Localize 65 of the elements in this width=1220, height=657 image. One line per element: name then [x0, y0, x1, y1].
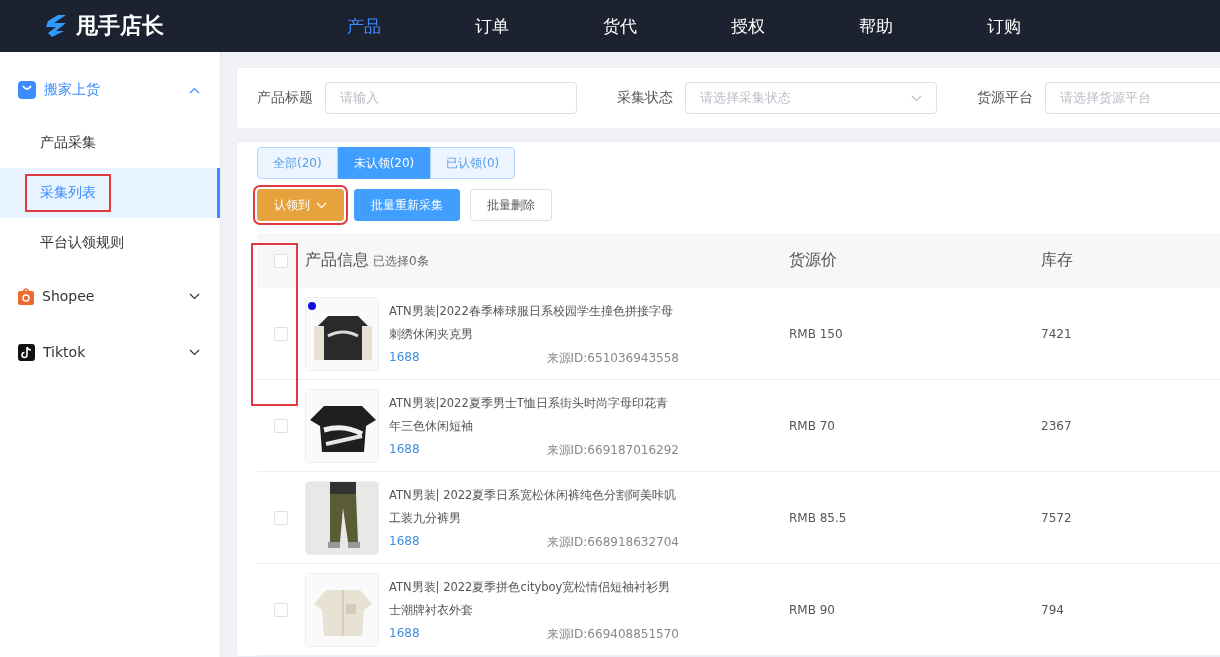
nav-tab[interactable]: 产品: [300, 14, 428, 38]
price-cell-text: RMB 85.5: [788, 510, 848, 525]
action-button[interactable]: 批量重新采集: [354, 189, 460, 221]
select-field[interactable]: 请选择采集状态: [685, 82, 937, 114]
stock-cell-text: 7572: [1040, 510, 1073, 525]
select-all-checkbox[interactable]: [274, 253, 288, 268]
price-cell-text: RMB 90: [788, 602, 836, 617]
menu-group[interactable]: Tiktok: [0, 324, 220, 380]
platform-link[interactable]: 1688: [389, 350, 420, 367]
filter-tab[interactable]: 全部(20): [257, 147, 338, 179]
status-dot: [308, 301, 316, 310]
row-checkbox[interactable]: [274, 418, 288, 433]
platform-link[interactable]: 1688: [389, 534, 420, 551]
source-id: 来源ID:668918632704: [546, 534, 679, 551]
source-id: 来源ID:669408851570: [546, 626, 679, 643]
price-cell-text: RMB 70: [788, 418, 836, 433]
menu-group[interactable]: Shopee: [0, 268, 220, 324]
platform-link[interactable]: 1688: [389, 626, 420, 643]
menu-group[interactable]: 搬家上货: [0, 62, 220, 118]
product-title: ATN男装|2022春季棒球服日系校园学生撞色拼接字母刺绣休闲夹克男: [389, 303, 674, 343]
menu-group-label: Tiktok: [43, 344, 87, 360]
nav-tab[interactable]: 帮助: [812, 14, 940, 38]
music-note-icon: [18, 343, 35, 361]
nav-tab[interactable]: 货代: [556, 14, 684, 38]
chevron-icon: [189, 292, 200, 300]
platform-link[interactable]: 1688: [389, 442, 420, 459]
product-title: ATN男装| 2022夏季日系宽松休闲裤纯色分割阿美咔叽工装九分裤男: [389, 487, 678, 527]
menu-item[interactable]: 平台认领规则: [0, 218, 220, 268]
shopping-bag-icon: [18, 287, 34, 305]
input-field[interactable]: 请输入: [325, 82, 577, 114]
chevron-icon: [189, 348, 200, 356]
row-checkbox[interactable]: [274, 602, 288, 617]
menu-item[interactable]: 采集列表: [0, 168, 220, 218]
price-cell-text: RMB 150: [788, 326, 844, 341]
chevron-icon: [911, 94, 922, 102]
nav-tab[interactable]: 授权: [684, 14, 812, 38]
row-checkbox[interactable]: [274, 510, 288, 525]
source-id: 来源ID:669187016292: [546, 442, 679, 459]
column-header: 货源价: [788, 250, 838, 271]
caret-icon: [316, 201, 327, 209]
row-checkbox[interactable]: [274, 326, 288, 341]
stock-cell-text: 2367: [1040, 418, 1073, 433]
stock-cell-text: 794: [1040, 602, 1065, 617]
bag-icon: [18, 81, 36, 99]
filter-tab[interactable]: 已认领(0): [430, 147, 516, 179]
product-title: ATN男装|2022夏季男士T恤日系街头时尚字母印花青年三色休闲短袖: [389, 395, 669, 435]
selection-count: 已选择0条: [373, 253, 429, 270]
input-field[interactable]: 请选择货源平台: [1045, 82, 1220, 114]
filter-tab[interactable]: 未认领(20): [337, 147, 431, 179]
column-header: 产品信息: [305, 250, 369, 271]
filter-label: 货源平台: [977, 89, 1033, 107]
stock-cell-text: 7421: [1040, 326, 1073, 341]
filter-label: 采集状态: [617, 89, 673, 107]
menu-item[interactable]: 产品采集: [0, 118, 220, 168]
chevron-icon: [189, 86, 200, 94]
filter-label: 产品标题: [257, 89, 313, 107]
menu-group-label: Shopee: [42, 288, 96, 304]
app-logo: 甩手店长: [76, 12, 164, 40]
product-title: ATN男装| 2022夏季拼色cityboy宽松情侣短袖衬衫男士潮牌衬衣外套: [389, 579, 672, 619]
action-button[interactable]: 批量删除: [470, 189, 552, 221]
column-header: 库存: [1040, 250, 1074, 271]
menu-group-label: 搬家上货: [44, 81, 101, 99]
nav-tab[interactable]: 订购: [940, 14, 1068, 38]
source-id: 来源ID:651036943558: [546, 350, 679, 367]
nav-tab[interactable]: 订单: [428, 14, 556, 38]
